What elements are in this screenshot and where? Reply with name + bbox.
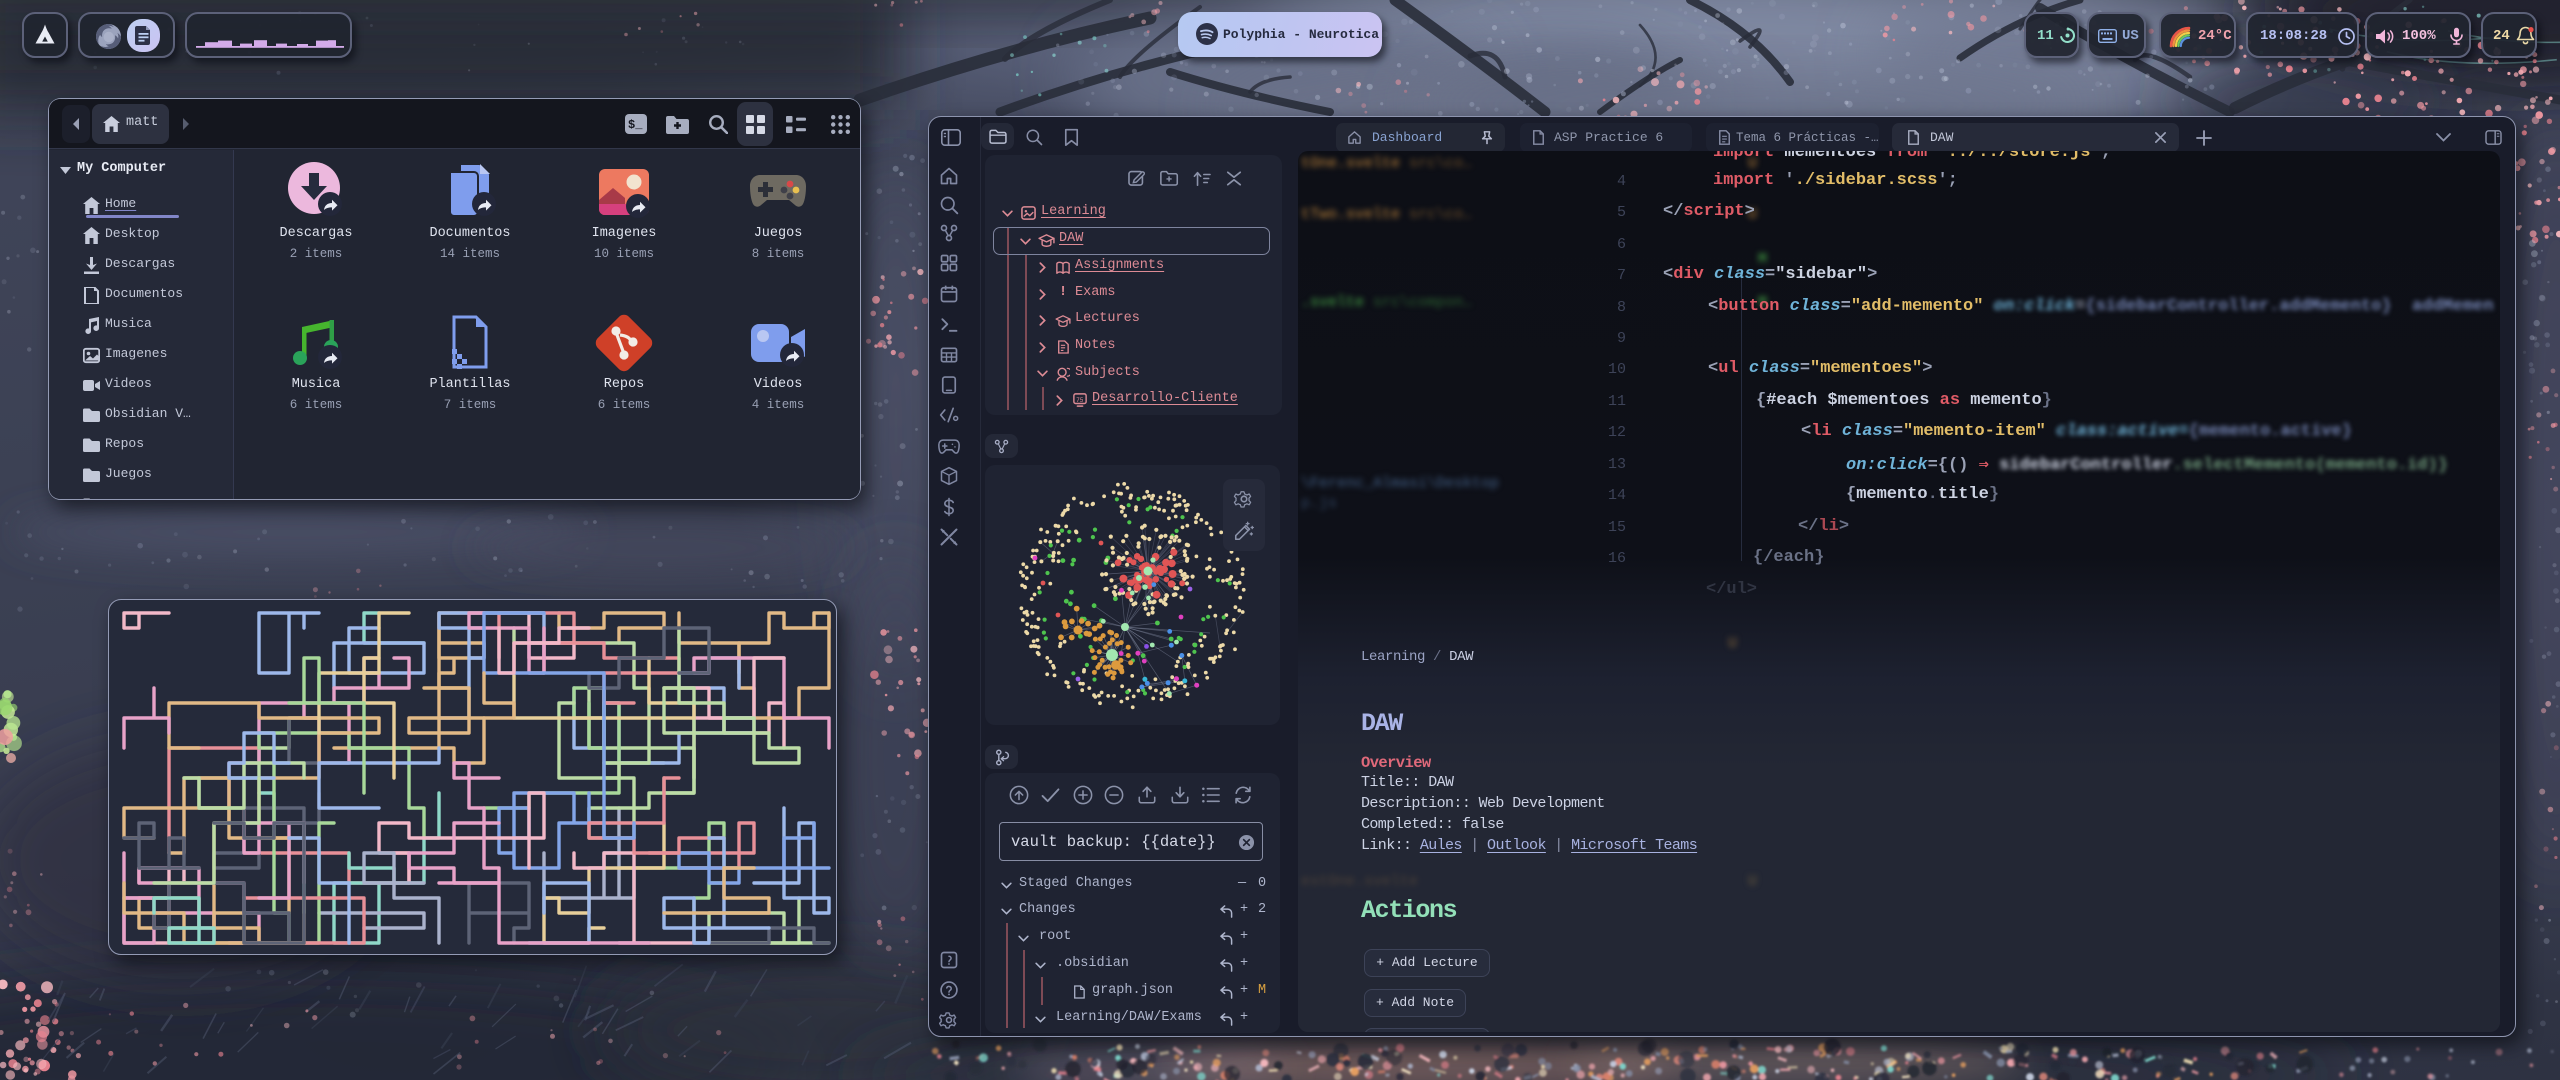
svg-text:$_: $_ — [628, 118, 643, 132]
svg-text:75: 75 — [1076, 397, 1084, 404]
